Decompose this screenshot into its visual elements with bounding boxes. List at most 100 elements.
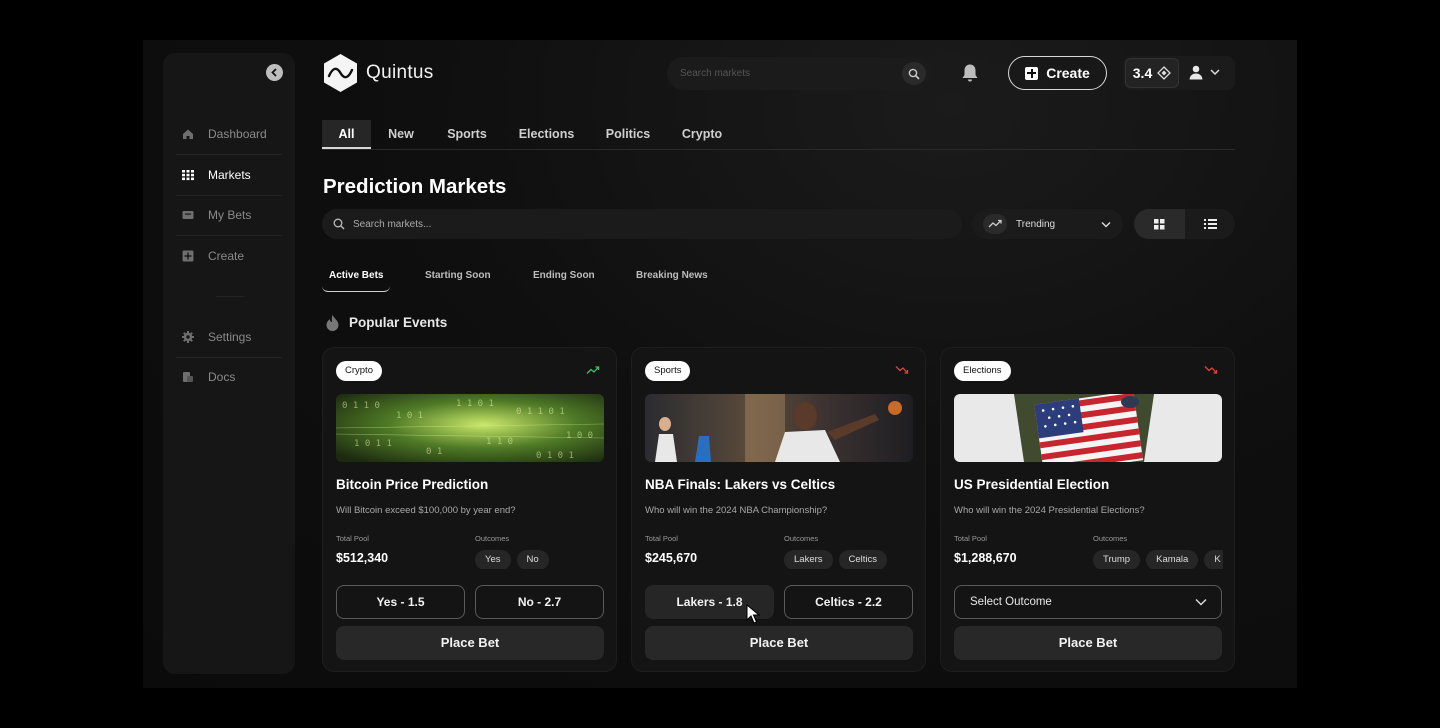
sidebar-item-label: My Bets (208, 208, 252, 222)
sidebar-item-dashboard[interactable]: Dashboard (176, 114, 282, 154)
search-icon (908, 68, 920, 80)
trend-down-icon (1204, 366, 1218, 374)
sort-dropdown[interactable]: Trending (972, 209, 1123, 239)
market-title: NBA Finals: Lakers vs Celtics (645, 477, 836, 492)
category-badge: Elections (954, 361, 1011, 381)
svg-text:1 1 0 1: 1 1 0 1 (456, 399, 494, 409)
market-card[interactable]: Elections US Presidential Election Who w… (940, 347, 1235, 672)
category-badge: Crypto (336, 361, 382, 381)
trend-up-icon (586, 366, 600, 374)
search-input[interactable]: Search markets (667, 57, 932, 90)
logo-icon (324, 54, 357, 92)
svg-text:1 0 1 1: 1 0 1 1 (354, 439, 392, 449)
svg-text:0 1 1 0: 0 1 1 0 (342, 401, 380, 411)
market-card[interactable]: Sports NBA Finals: Lakers vs Celtics Who… (631, 347, 926, 672)
plus-icon (1025, 66, 1039, 80)
bell-icon[interactable] (961, 63, 979, 83)
total-pool-value: $512,340 (336, 551, 389, 565)
bet-option-button[interactable]: Celtics - 2.2 (784, 585, 913, 619)
search-icon (333, 218, 345, 230)
svg-text:1 0 1: 1 0 1 (396, 411, 423, 421)
section-title-text: Popular Events (349, 315, 448, 330)
sidebar-item-my-bets[interactable]: My Bets (176, 195, 282, 235)
tab-crypto[interactable]: Crypto (677, 120, 727, 149)
outcomes-label: Outcomes (1093, 534, 1128, 543)
sidebar-item-label: Dashboard (208, 127, 267, 141)
bet-option-button[interactable]: No - 2.7 (475, 585, 604, 619)
chevron-down-icon (1101, 222, 1111, 228)
market-thumbnail: 0 1 1 0 1 0 1 1 1 0 1 0 1 1 0 1 1 0 0 1 0 1 … (336, 394, 604, 462)
balance-display[interactable]: 3.4 (1125, 58, 1179, 88)
outcome-chips: Trump Kamala K (1093, 549, 1223, 569)
sidebar-item-create[interactable]: Create (176, 236, 282, 276)
tab-new[interactable]: New (382, 120, 420, 149)
search-placeholder: Search markets (680, 68, 751, 79)
market-search-input[interactable]: Search markets... (322, 209, 962, 239)
list-view-button[interactable] (1185, 209, 1235, 239)
mouse-cursor-icon (746, 604, 761, 624)
market-title: US Presidential Election (954, 477, 1110, 492)
market-question: Who will win the 2024 Presidential Elect… (954, 505, 1145, 516)
search-button[interactable] (902, 62, 926, 85)
market-question: Who will win the 2024 NBA Championship? (645, 505, 828, 516)
svg-text:0 1 1 0 1: 0 1 1 0 1 (516, 407, 565, 417)
sidebar-item-settings[interactable]: Settings (176, 317, 282, 357)
chevron-down-icon (1195, 599, 1207, 606)
market-card[interactable]: Crypto 0 1 1 0 1 0 1 1 1 0 1 0 1 1 0 1 1 0 … (322, 347, 617, 672)
tab-sports[interactable]: Sports (442, 120, 492, 149)
total-pool-value: $245,670 (645, 551, 698, 565)
select-outcome-dropdown[interactable]: Select Outcome (954, 585, 1222, 619)
place-bet-button[interactable]: Place Bet (336, 626, 604, 660)
page-title: Prediction Markets (323, 175, 507, 198)
subtab-starting-soon[interactable]: Starting Soon (425, 264, 491, 292)
fire-icon (326, 314, 339, 331)
brand-logo[interactable]: Quintus (322, 53, 434, 93)
subtab-active-bets[interactable]: Active Bets (322, 264, 391, 292)
market-thumbnail (645, 394, 913, 462)
account-menu[interactable]: 3.4 (1123, 56, 1235, 90)
market-title: Bitcoin Price Prediction (336, 477, 489, 492)
outcome-chip: Trump (1093, 550, 1141, 569)
tab-elections[interactable]: Elections (514, 120, 579, 149)
trending-icon (983, 214, 1007, 234)
market-question: Will Bitcoin exceed $100,000 by year end… (336, 505, 516, 516)
total-pool-label: Total Pool (954, 534, 987, 543)
tab-politics[interactable]: Politics (602, 120, 654, 149)
create-button[interactable]: Create (1008, 56, 1107, 90)
grid-icon (1154, 219, 1165, 230)
total-pool-label: Total Pool (336, 534, 369, 543)
sidebar-item-label: Markets (208, 168, 251, 182)
ticket-icon (182, 209, 194, 221)
outcomes-label: Outcomes (475, 534, 510, 543)
chevron-down-icon (1210, 69, 1220, 76)
outcome-chip: K (1204, 550, 1223, 569)
place-bet-button[interactable]: Place Bet (645, 626, 913, 660)
outcome-chip: Yes (475, 550, 511, 569)
divider (216, 296, 244, 297)
svg-text:0 1 0 1: 0 1 0 1 (536, 451, 574, 461)
category-badge: Sports (645, 361, 691, 381)
outcome-chip: Kamala (1146, 550, 1199, 569)
market-search-placeholder: Search markets... (353, 218, 432, 230)
market-thumbnail (954, 394, 1222, 462)
subtab-ending-soon[interactable]: Ending Soon (533, 264, 595, 292)
user-icon (1189, 65, 1203, 80)
svg-text:1 0 0: 1 0 0 (566, 431, 593, 441)
grid-view-button[interactable] (1134, 209, 1185, 239)
outcome-chip: Lakers (784, 550, 833, 569)
home-icon (182, 128, 194, 140)
bet-option-button[interactable]: Yes - 1.5 (336, 585, 465, 619)
sidebar-item-docs[interactable]: Docs (176, 357, 282, 397)
outcome-chips: Yes No (475, 549, 605, 569)
outcome-chip: Celtics (838, 550, 888, 569)
subtab-breaking-news[interactable]: Breaking News (636, 264, 708, 292)
view-toggle (1134, 209, 1235, 239)
svg-text:0 1: 0 1 (426, 447, 442, 457)
tab-all[interactable]: All (322, 120, 371, 149)
place-bet-button[interactable]: Place Bet (954, 626, 1222, 660)
plus-square-icon (182, 250, 194, 262)
sidebar-item-markets[interactable]: Markets (176, 155, 282, 195)
collapse-sidebar-button[interactable] (266, 64, 283, 81)
gear-icon (182, 331, 194, 343)
balance-value: 3.4 (1132, 65, 1153, 81)
